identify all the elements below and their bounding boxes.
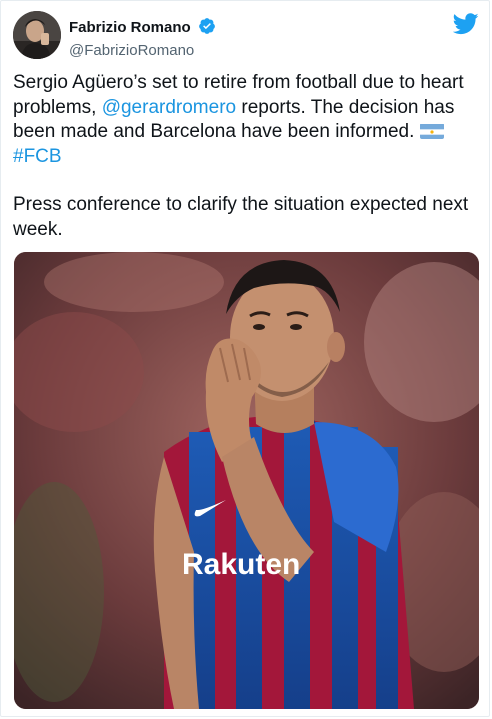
argentina-flag-icon: [419, 123, 444, 139]
twitter-bird-icon[interactable]: [453, 13, 479, 35]
tweet-paragraph-2: Press conference to clarify the situatio…: [13, 194, 469, 240]
tweet-text: Sergio Agüero’s set to retire from footb…: [13, 71, 475, 242]
verified-badge-icon: [198, 17, 216, 40]
mention-link[interactable]: @gerardromero: [102, 97, 236, 118]
author-display-name[interactable]: Fabrizio Romano: [69, 19, 191, 36]
hashtag-link[interactable]: #FCB: [13, 146, 62, 167]
shirt-sponsor: Rakuten: [182, 548, 300, 581]
tweet-photo[interactable]: Rakuten: [14, 252, 479, 709]
profile-photo-icon: [13, 11, 61, 59]
player-photo: Rakuten: [14, 252, 479, 709]
author-handle[interactable]: @FabrizioRomano: [69, 41, 216, 60]
avatar[interactable]: [13, 11, 61, 59]
tweet-header: Fabrizio Romano @FabrizioRomano: [13, 11, 481, 61]
tweet-paragraph-1: Sergio Agüero’s set to retire from footb…: [13, 71, 475, 169]
tweet-card[interactable]: Fabrizio Romano @FabrizioRomano Sergio A…: [0, 0, 490, 717]
